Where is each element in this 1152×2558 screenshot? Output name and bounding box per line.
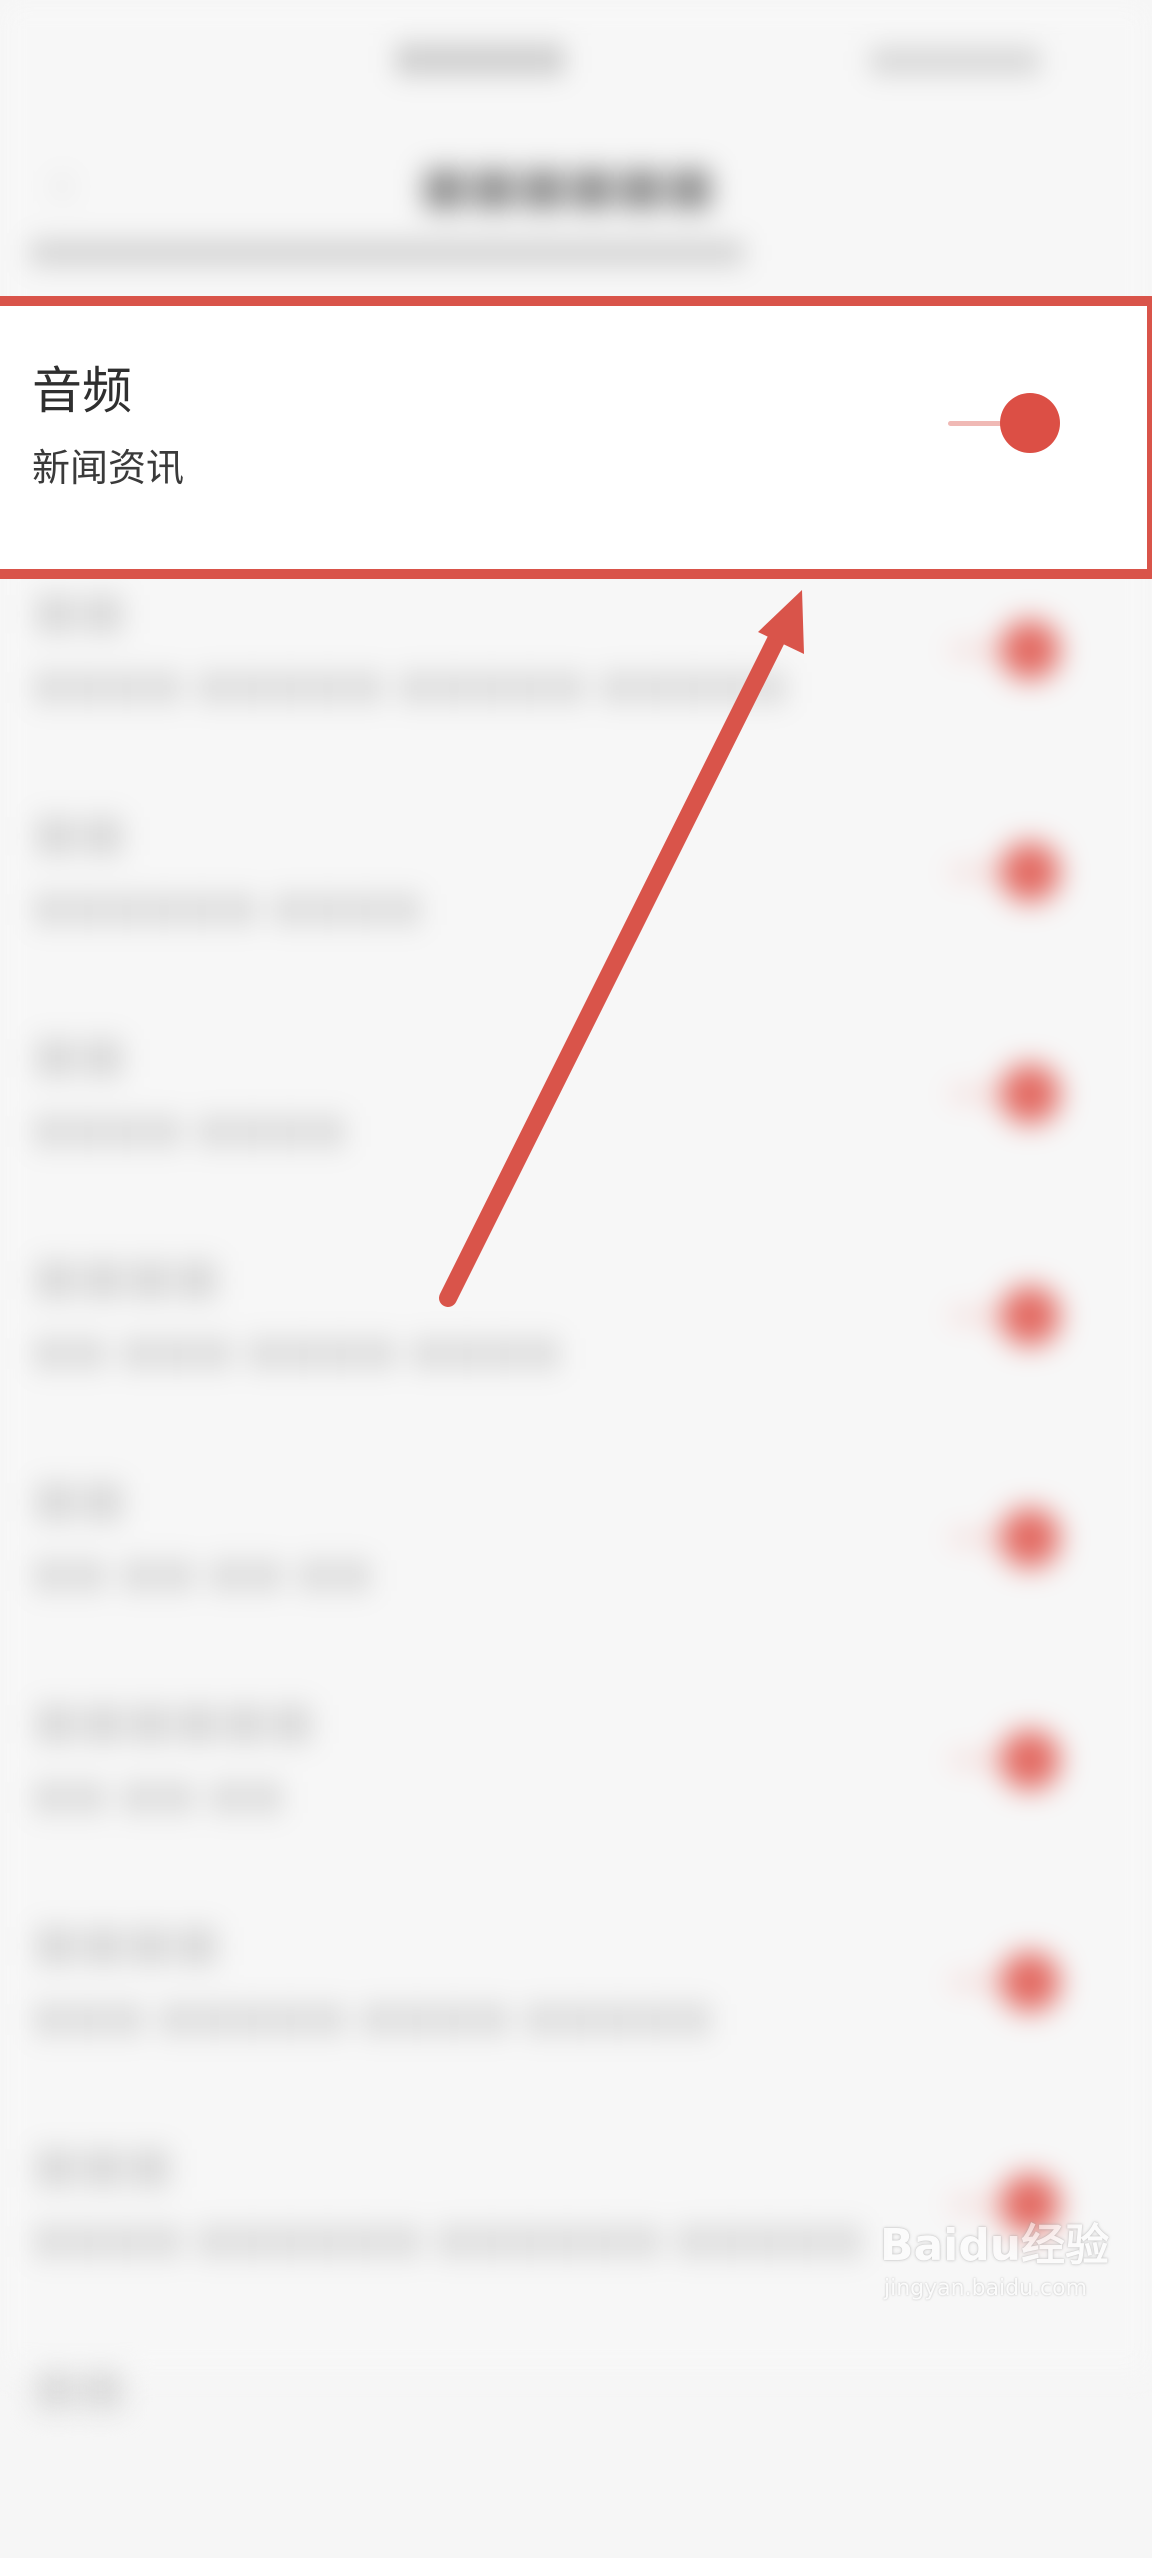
- list-item-subtitle-blur: ■■■ ■■■■■ ■■■■ ■■■■■: [32, 1994, 713, 2040]
- nav-bar: ‹ ■■■■■■: [0, 130, 1152, 240]
- category-toggle[interactable]: [950, 1064, 1060, 1124]
- list-item[interactable]: ■■■■ ■■ ■■■ ■■■■ ■■■■: [0, 1226, 1152, 1448]
- audio-item-subtitle: 新闻资讯: [32, 446, 185, 490]
- list-item-subtitle-blur: ■■ ■■ ■■ ■■: [32, 1550, 373, 1596]
- toggle-knob: [1000, 1952, 1060, 2012]
- list-item-subtitle-blur: ■■ ■■ ■■: [32, 1772, 285, 1818]
- list-item-title-blur: ■■■■■■: [32, 1691, 316, 1749]
- list-item-title-blur: ■■: [32, 2357, 127, 2415]
- category-toggle[interactable]: [950, 842, 1060, 902]
- list-item-title-blur: ■■: [32, 1469, 127, 1527]
- status-bar: ■■■■■ ■■■■■■: [0, 0, 1152, 120]
- category-toggle[interactable]: [950, 1952, 1060, 2012]
- list-item-title-blur: ■■: [32, 1025, 127, 1083]
- back-arrow-icon[interactable]: ‹: [50, 154, 90, 214]
- audio-toggle[interactable]: [948, 391, 1063, 455]
- audio-item-title: 音频: [32, 362, 132, 420]
- status-right-blur: ■■■■■■: [870, 42, 1041, 77]
- toggle-knob: [1000, 842, 1060, 902]
- list-item[interactable]: ■■ ■■■■ ■■■■■ ■■■■■ ■■■■■: [0, 560, 1152, 782]
- list-item-title-blur: ■■: [32, 803, 127, 861]
- list-item[interactable]: ■■■■■■ ■■ ■■ ■■: [0, 1670, 1152, 1892]
- list-item[interactable]: ■■ ■■■■ ■■■■: [0, 1004, 1152, 1226]
- list-item-title-blur: ■■■■: [32, 1247, 221, 1305]
- list-item-subtitle-blur: ■■■■ ■■■■■■ ■■■■■■ ■■■■■: [32, 2216, 864, 2262]
- category-toggle[interactable]: [950, 1286, 1060, 1346]
- toggle-knob: [1000, 1064, 1060, 1124]
- list-item-subtitle-blur: ■■■■ ■■■■: [32, 1106, 348, 1152]
- list-item-subtitle-blur: ■■ ■■■ ■■■■ ■■■■: [32, 1328, 562, 1374]
- list-item-title-blur: ■■■■: [32, 1913, 221, 1971]
- list-item-subtitle-blur: ■■■■ ■■■■■ ■■■■■ ■■■■■: [32, 662, 789, 708]
- list-item[interactable]: ■■: [0, 2336, 1152, 2558]
- category-toggle[interactable]: [950, 1508, 1060, 1568]
- category-toggle[interactable]: [950, 620, 1060, 680]
- watermark-brand: Baidu经验: [880, 2220, 1110, 2271]
- list-item[interactable]: ■■■■ ■■■ ■■■■■ ■■■■ ■■■■■: [0, 1892, 1152, 2114]
- list-item-title-blur: ■■■: [32, 2135, 174, 2193]
- list-item[interactable]: ■■ ■■ ■■ ■■ ■■: [0, 1448, 1152, 1670]
- category-strip-blur: ■■■■■■■■■■■■■■■■■■■■■■■■■■■: [30, 236, 745, 266]
- list-item-subtitle-blur: ■■■■■■ ■■■■: [32, 884, 423, 930]
- status-center-blur: ■■■■■: [395, 37, 566, 78]
- toggle-knob: [1000, 1508, 1060, 1568]
- list-item-title-blur: ■■: [32, 581, 127, 639]
- toggle-knob: [1000, 1286, 1060, 1346]
- toggle-knob: [1000, 393, 1060, 453]
- toggle-knob: [1000, 1730, 1060, 1790]
- baidu-watermark: Baidu经验 jingyan.baidu.com: [880, 2218, 1120, 2308]
- list-item[interactable]: ■■ ■■■■■■ ■■■■: [0, 782, 1152, 1004]
- page-title-blur: ■■■■■■: [420, 156, 715, 216]
- toggle-knob: [1000, 620, 1060, 680]
- highlighted-list-item[interactable]: 音频 新闻资讯: [0, 296, 1152, 579]
- category-toggle[interactable]: [950, 1730, 1060, 1790]
- watermark-url: jingyan.baidu.com: [884, 2276, 1088, 2301]
